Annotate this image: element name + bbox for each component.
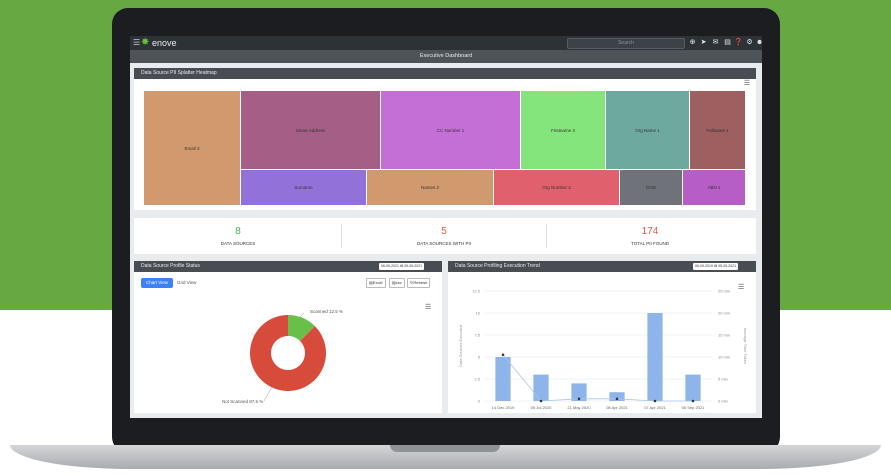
stats-row: 8 DATA SOURCES 5 DATA SOURCES WITH PII 1…: [134, 218, 756, 254]
page-title: Executive Dashboard: [130, 50, 762, 63]
y2-tick-label: 5 min: [718, 377, 728, 382]
y-tick-label: 10: [476, 311, 481, 316]
line-point: [653, 399, 657, 403]
x-tick-label: 05 Jul 2020: [531, 405, 552, 410]
stat-label: TOTAL PII FOUND: [631, 241, 669, 246]
date-range-select[interactable]: 06-09-2021 till 05-09-2021: [379, 263, 425, 270]
heatmap-tile[interactable]: Fullname 1: [690, 91, 746, 170]
line-point: [539, 399, 543, 403]
heatmap-panel: Data Source PII Splatter Heatmap Email 3…: [134, 68, 756, 210]
y2-tick-label: 25 min: [718, 289, 730, 294]
x-tick-label: 21 May 2020: [567, 405, 591, 410]
gear-icon[interactable]: ⚙: [745, 38, 754, 47]
line-point: [577, 397, 581, 401]
send-icon[interactable]: ➤: [699, 38, 708, 47]
bar: [685, 374, 701, 401]
y2-axis-label: Average Time Taken: [743, 328, 748, 364]
heatmap-tile[interactable]: Surname: [241, 170, 367, 206]
heatmap-tile[interactable]: Street Address: [241, 91, 381, 170]
y-tick-label: 12.5: [472, 289, 481, 294]
y2-tick-label: 10 min: [718, 355, 730, 360]
heatmap-tile[interactable]: Names 2: [367, 170, 494, 206]
trend-chart: 0 0 min 2.5 5 min 5 10 min 7.5 15 min 10 20 min 12…: [458, 289, 748, 411]
inbox-icon[interactable]: ▤: [723, 38, 732, 47]
heatmap-tile[interactable]: Org Number 2: [494, 170, 620, 206]
plus-icon[interactable]: ⊕: [688, 38, 697, 47]
profile-status-panel: Data Source Profile Status 06-09-2021 ti…: [134, 261, 442, 413]
bar: [533, 374, 549, 401]
x-tick-label: 08 Apr 2021: [606, 405, 628, 410]
stat-divider: [546, 224, 547, 248]
heatmap-tile[interactable]: DOB: [620, 170, 683, 206]
line-series: [502, 354, 693, 402]
stat-label: DATA SOURCES: [220, 241, 256, 246]
stat-data-sources-with-pii: 5 DATA SOURCES WITH PII: [342, 218, 546, 254]
laptop-notch: [390, 445, 500, 452]
x-tick-label: 14 Dec 2019: [492, 405, 515, 410]
heatmap-title: Data Source PII Splatter Heatmap: [134, 68, 756, 79]
line-point: [501, 353, 505, 357]
top-navbar: ☰ ✸ enove Search ⊕ ➤ ✉ ▤ ❓ ⚙ ☻: [130, 36, 762, 50]
excel-button[interactable]: ▤Excel: [366, 278, 386, 288]
date-range-select[interactable]: 06-09-2019 till 05-09-2021: [693, 263, 739, 270]
stat-total-pii: 174 TOTAL PII FOUND: [548, 218, 752, 254]
donut-chart: Scanned 12.5 % Not Scanned 87.5 %: [222, 309, 343, 404]
logo-icon: ✸: [141, 37, 150, 48]
chart-view-button[interactable]: Chart View: [141, 278, 173, 288]
pie-label: Not Scanned 87.5 %: [222, 399, 263, 404]
heatmap-tile[interactable]: ABN 1: [683, 170, 746, 206]
heatmap-tile[interactable]: Org Name 1: [606, 91, 690, 170]
refresh-button[interactable]: ↻Refresh: [407, 278, 431, 288]
logo-text: enove: [152, 38, 177, 48]
search-input[interactable]: Search: [567, 38, 685, 49]
line-point: [691, 399, 695, 403]
y2-tick-label: 20 min: [718, 311, 730, 316]
y2-tick-label: 15 min: [718, 333, 730, 338]
bar: [647, 313, 663, 401]
stat-value: 174: [641, 226, 659, 237]
stat-data-sources: 8 DATA SOURCES: [136, 218, 340, 254]
heatmap-tile[interactable]: Email 3: [144, 91, 241, 206]
y-tick-label: 7.5: [474, 333, 480, 338]
app-screen: ☰ ✸ enove Search ⊕ ➤ ✉ ▤ ❓ ⚙ ☻ Executive…: [130, 36, 762, 418]
grid-view-button[interactable]: Grid View: [177, 278, 196, 288]
pie-label-line: [263, 386, 273, 402]
line-point: [615, 397, 619, 401]
user-icon[interactable]: ☻: [755, 38, 762, 47]
pie-label: Scanned 12.5 %: [310, 309, 343, 314]
stat-value: 8: [235, 226, 241, 237]
heatmap-area: Email 3 Street Address CC Number 1 First…: [144, 91, 746, 206]
heatmap-tile[interactable]: Firstname 3: [521, 91, 606, 170]
execution-trend-panel: Data Source Profiling Execution Trend 06…: [448, 261, 756, 413]
csv-button[interactable]: ▤csv: [389, 278, 405, 288]
y-tick-label: 5: [478, 355, 481, 360]
y-tick-label: 2.5: [474, 377, 480, 382]
stat-value: 5: [441, 226, 447, 237]
bar: [495, 357, 511, 401]
pie-slice: [250, 315, 326, 391]
hamburger-icon[interactable]: ☰: [133, 38, 140, 48]
heatmap-menu-icon[interactable]: ☰: [744, 79, 750, 87]
y-axis-label: Data Sources Executed: [458, 325, 463, 367]
help-icon[interactable]: ❓: [734, 38, 743, 47]
x-tick-label: 07 Apr 2021: [644, 405, 666, 410]
y2-tick-label: 0 min: [718, 399, 728, 404]
x-tick-label: 06 Sep 2021: [682, 405, 705, 410]
heatmap-tile[interactable]: CC Number 1: [381, 91, 521, 170]
stat-label: DATA SOURCES WITH PII: [416, 241, 472, 246]
mail-icon[interactable]: ✉: [711, 38, 720, 47]
y-tick-label: 0: [478, 399, 481, 404]
